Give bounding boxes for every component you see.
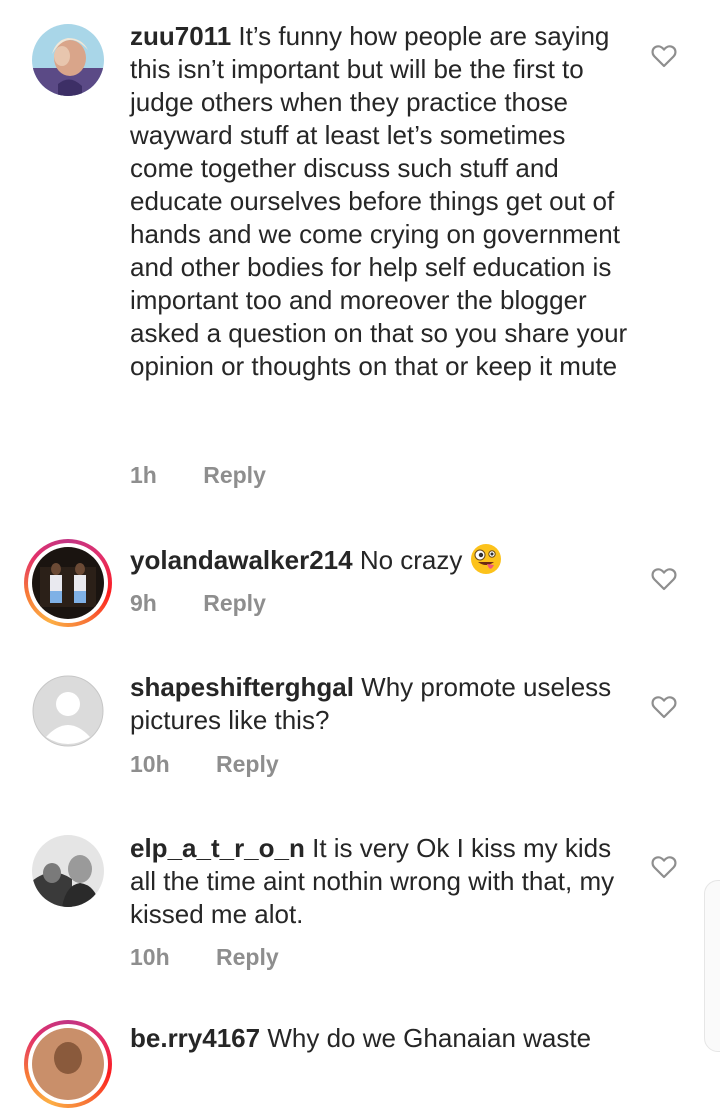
comment-time: 9h (130, 590, 157, 616)
comment-text: elp_a_t_r_o_n It is very Ok I kiss my ki… (130, 832, 630, 931)
avatar[interactable] (32, 835, 104, 907)
story-ring-gap (28, 543, 108, 623)
comment-body: It’s funny how people are saying this is… (130, 21, 628, 381)
avatar[interactable] (24, 1020, 112, 1108)
comment-username[interactable]: shapeshifterghgal (130, 672, 354, 702)
user-photo-icon (32, 24, 104, 96)
user-photo (32, 547, 104, 619)
comment-text: be.rry4167 Why do we Ghanaian waste (130, 1022, 630, 1055)
comment-time: 10h (130, 944, 170, 970)
reply-button[interactable]: Reply (216, 944, 279, 971)
comment-meta: 10h Reply (130, 944, 279, 971)
comment-meta: 1h Reply (130, 462, 266, 489)
default-avatar-icon (32, 675, 104, 747)
user-photo-icon (32, 835, 104, 907)
user-photo-icon (32, 547, 104, 619)
comment-username[interactable]: zuu7011 (130, 21, 231, 51)
zany-face-emoji-icon (470, 544, 501, 574)
comment-text: zuu7011 It’s funny how people are saying… (130, 20, 630, 383)
comment-username[interactable]: be.rry4167 (130, 1023, 260, 1053)
comment-text: yolandawalker214 No crazy (130, 543, 630, 577)
reply-button[interactable]: Reply (216, 751, 279, 778)
heart-outline-icon[interactable] (651, 855, 677, 879)
comment-time: 10h (130, 751, 170, 777)
bottom-sheet-edge (704, 880, 720, 1052)
avatar[interactable] (32, 24, 104, 96)
story-ring-gap (28, 1024, 108, 1104)
comment-time: 1h (130, 462, 157, 488)
comment-body: Why do we Ghanaian waste (267, 1023, 592, 1053)
comment-meta: 10h Reply (130, 751, 279, 778)
heart-outline-icon[interactable] (651, 695, 677, 719)
comment-username[interactable]: yolandawalker214 (130, 545, 353, 575)
user-photo-icon (32, 1028, 104, 1100)
comment-username[interactable]: elp_a_t_r_o_n (130, 833, 305, 863)
reply-button[interactable]: Reply (203, 590, 266, 617)
avatar[interactable] (32, 675, 104, 747)
heart-outline-icon[interactable] (651, 567, 677, 591)
user-photo (32, 1028, 104, 1100)
heart-outline-icon[interactable] (651, 44, 677, 68)
avatar[interactable] (24, 539, 112, 627)
comment-meta: 9h Reply (130, 590, 266, 617)
comment-body: No crazy (359, 545, 463, 575)
comment-text: shapeshifterghgal Why promote useless pi… (130, 671, 630, 737)
reply-button[interactable]: Reply (203, 462, 266, 489)
